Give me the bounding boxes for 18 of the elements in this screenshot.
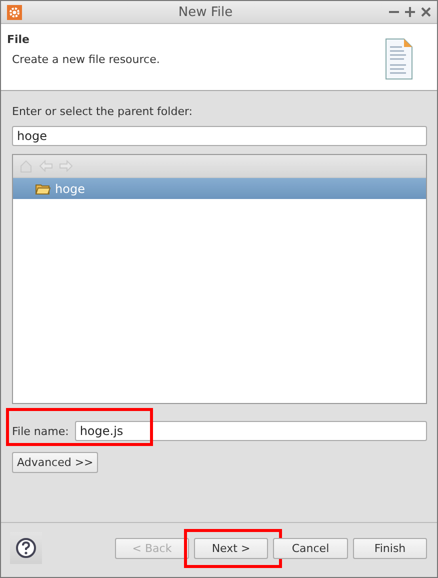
dialog-button[interactable]: Cancel bbox=[273, 538, 348, 558]
dialog-button[interactable]: Finish bbox=[353, 538, 427, 558]
parent-folder-field[interactable]: hoge bbox=[12, 126, 427, 146]
maximize-icon[interactable] bbox=[405, 7, 415, 17]
parent-folder-label: Enter or select the parent folder: bbox=[12, 105, 194, 118]
page-title: File bbox=[7, 33, 31, 46]
file-name-field[interactable]: hoge.js bbox=[74, 421, 427, 441]
close-icon[interactable] bbox=[421, 7, 431, 17]
file-name-label: File name: bbox=[12, 424, 69, 438]
window-title: New File bbox=[177, 4, 234, 20]
folder-icon bbox=[35, 182, 51, 196]
advanced-button[interactable]: Advanced >> bbox=[12, 452, 98, 473]
document-icon bbox=[385, 38, 413, 80]
app-gear-icon bbox=[7, 4, 22, 20]
dialog-button[interactable]: Next > bbox=[194, 538, 268, 558]
tree-item-label: hoge bbox=[55, 182, 85, 196]
page-description: Create a new file resource. bbox=[11, 53, 160, 66]
help-button[interactable] bbox=[10, 532, 42, 564]
